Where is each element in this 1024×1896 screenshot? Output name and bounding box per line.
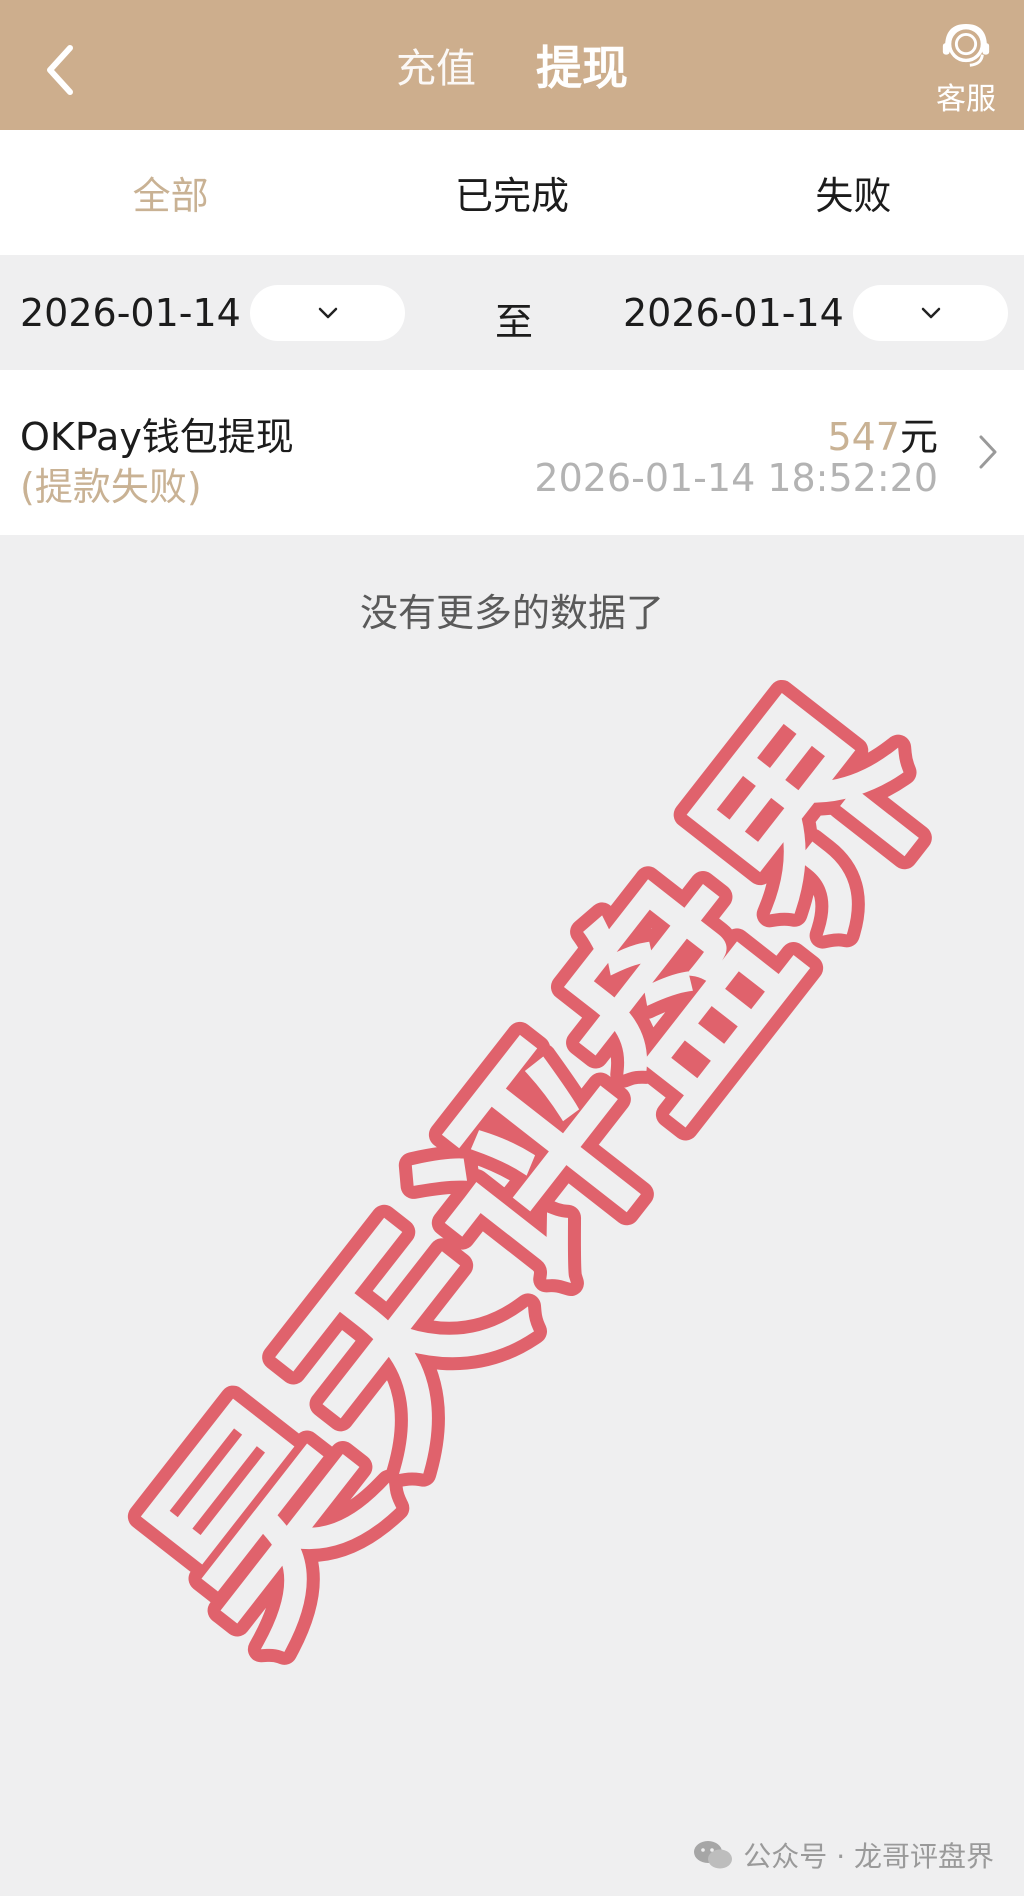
record-amount-value: 547 (827, 415, 900, 459)
date-range-separator: 至 (495, 300, 534, 344)
back-button[interactable] (30, 30, 90, 110)
record-amount-unit: 元 (899, 415, 938, 459)
date-range-filter: 2026-01-14 至 2026-01-14 (0, 255, 1024, 370)
headset-icon (942, 24, 990, 67)
chevron-down-icon (318, 307, 337, 319)
filter-tab-completed[interactable]: 已完成 (341, 130, 682, 255)
end-date-dropdown[interactable] (853, 285, 1008, 341)
chevron-left-icon (47, 45, 73, 95)
record-amount: 547元 (827, 406, 938, 461)
end-date-text: 2026-01-14 (623, 291, 844, 335)
start-date-dropdown[interactable] (250, 285, 405, 341)
record-time: 2026-01-14 18:52:20 (534, 456, 938, 500)
customer-service-label: 客服 (936, 82, 996, 117)
list-item[interactable]: OKPay钱包提现 (提款失败) 547元 2026-01-14 18:52:2… (0, 370, 1024, 535)
start-date-text: 2026-01-14 (20, 291, 241, 335)
wechat-icon (694, 1841, 733, 1869)
record-title: OKPay钱包提现 (20, 415, 294, 459)
list-end-text: 没有更多的数据了 (359, 591, 664, 635)
tab-recharge[interactable]: 充值 (396, 36, 476, 94)
tab-withdraw[interactable]: 提现 (536, 32, 628, 98)
top-nav-bar: 充值 提现 客服 (0, 0, 1024, 130)
filter-tab-failed[interactable]: 失败 (683, 130, 1024, 255)
chevron-down-icon (921, 307, 940, 319)
footer-watermark-text: 公众号 · 龙哥评盘界 (743, 1840, 994, 1873)
status-filter-tabs: 全部 已完成 失败 (0, 130, 1024, 255)
stamp-watermark-text: 昊天评盘界 (101, 649, 985, 1682)
footer-watermark: 公众号 · 龙哥评盘界 (693, 1835, 994, 1875)
filter-tab-all[interactable]: 全部 (0, 130, 341, 255)
chevron-right-icon (979, 435, 997, 469)
customer-service-button[interactable]: 客服 (926, 18, 1006, 118)
record-status: (提款失败) (20, 465, 202, 509)
